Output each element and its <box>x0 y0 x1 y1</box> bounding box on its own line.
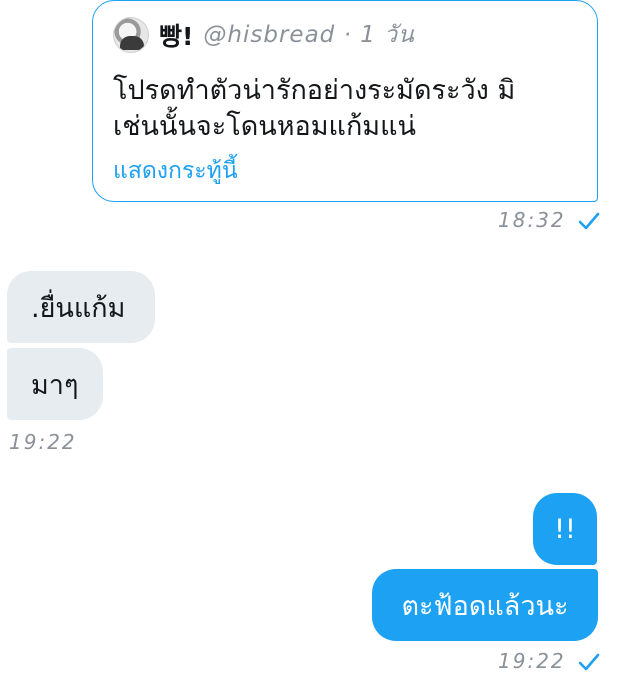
message-text: ตะฟ้อดแล้วนะ <box>401 590 569 622</box>
message-text: มาๆ <box>31 369 79 401</box>
message-text: .ยื่นแก้ม <box>31 292 126 324</box>
quoted-tweet-text: โปรดทำตัวน่ารักอย่างระมัดระวัง มิ เช่นนั… <box>113 73 577 145</box>
timestamp-text: 19:22 <box>498 649 566 673</box>
timestamp-text: 18:32 <box>498 208 566 232</box>
sent-timestamp-2: 19:22 <box>498 649 599 673</box>
outgoing-message[interactable]: !! <box>533 493 597 565</box>
incoming-message[interactable]: .ยื่นแก้ม <box>7 271 155 343</box>
checkmark-icon <box>578 211 599 230</box>
incoming-timestamp: 19:22 <box>9 430 77 454</box>
message-text: !! <box>554 513 576 545</box>
quoted-tweet-line-1: โปรดทำตัวน่ารักอย่างระมัดระวัง มิ <box>113 75 516 106</box>
avatar[interactable] <box>113 17 149 53</box>
show-thread-link[interactable]: แสดงกระทู้นี้ <box>113 153 577 189</box>
quoted-tweet-line-2: เช่นนั้นจะโดนหอมแก้มแน่ <box>113 111 416 142</box>
display-name[interactable]: 빵! <box>159 17 193 53</box>
outgoing-message[interactable]: ตะฟ้อดแล้วนะ <box>372 569 598 641</box>
incoming-message[interactable]: มาๆ <box>7 348 103 420</box>
sent-timestamp-1: 18:32 <box>498 208 599 232</box>
timestamp-text: 19:22 <box>9 430 77 454</box>
dm-conversation: 빵! @hisbread · 1 วัน โปรดทำตัวน่ารักอย่า… <box>0 0 621 700</box>
handle-and-time: @hisbread · 1 วัน <box>203 22 415 48</box>
quoted-tweet-header: 빵! @hisbread · 1 วัน <box>113 15 577 55</box>
checkmark-icon <box>578 652 599 671</box>
quoted-tweet-card[interactable]: 빵! @hisbread · 1 วัน โปรดทำตัวน่ารักอย่า… <box>92 0 598 202</box>
